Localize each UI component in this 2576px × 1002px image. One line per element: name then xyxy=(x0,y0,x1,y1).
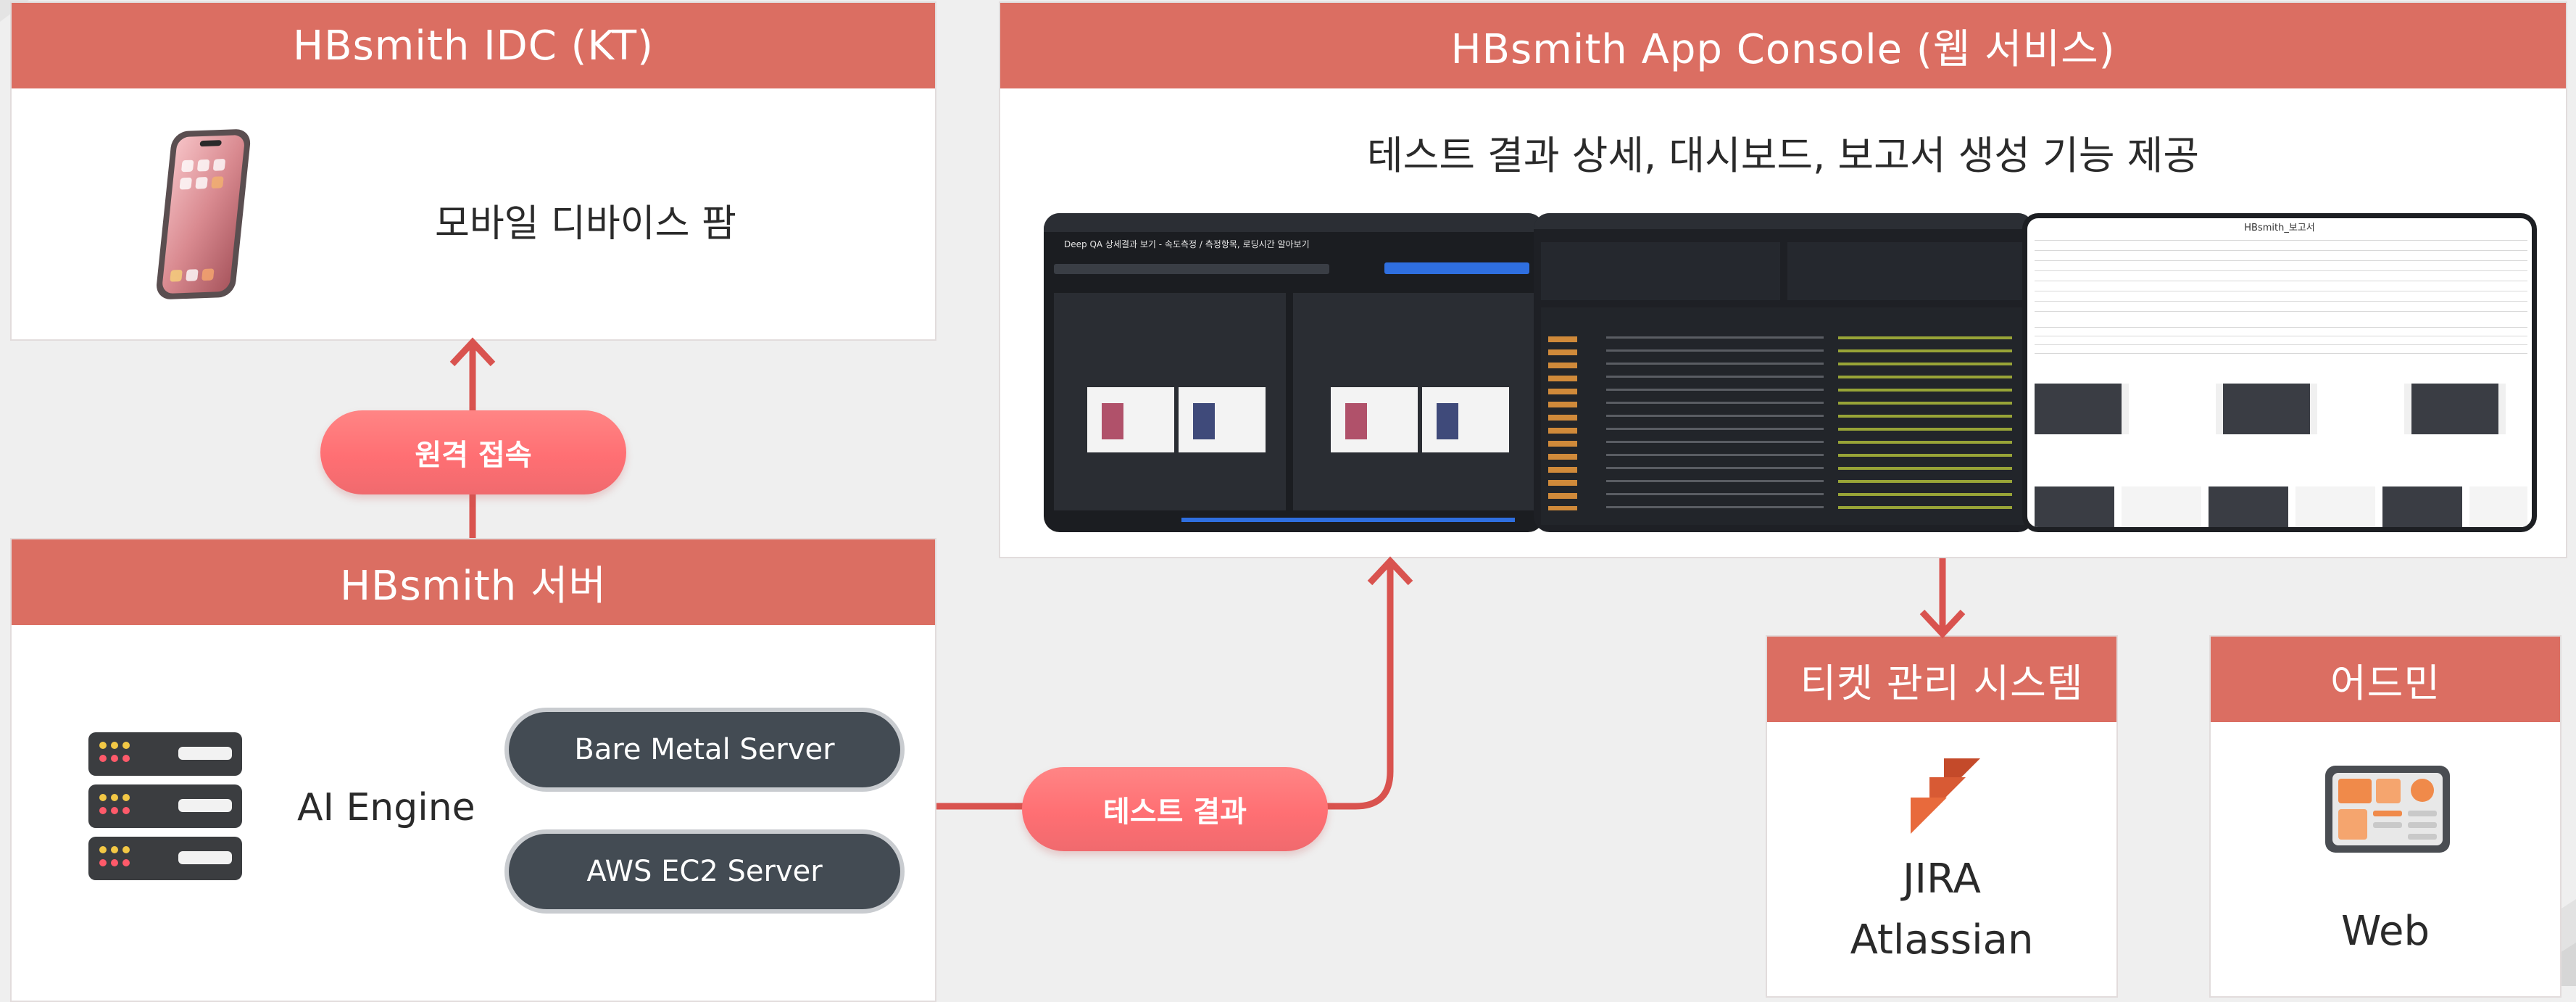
app-console-subtitle: 테스트 결과 상세, 대시보드, 보고서 생성 기능 제공 xyxy=(1366,133,2200,178)
deep-qa-screenshot-title: Deep QA 상세결과 보기 - 속도측정 / 측정항목, 로딩시간 알아보기 xyxy=(1064,239,1310,249)
ticket-system-title: 티켓 관리 시스템 xyxy=(1767,637,2116,722)
smartphone-icon xyxy=(157,129,251,299)
remote-connection-pill: 원격 접속 xyxy=(320,410,626,494)
report-screenshot: HBsmith_보고서 xyxy=(2022,213,2537,532)
idc-title: HBsmith IDC (KT) xyxy=(12,3,935,88)
deep-qa-detail-screenshot: Deep QA 상세결과 보기 - 속도측정 / 측정항목, 로딩시간 알아보기 xyxy=(1044,213,1544,532)
idc-box: HBsmith IDC (KT) 모바일 디바이스 팜 xyxy=(10,1,936,341)
server-title: HBsmith 서버 xyxy=(12,539,935,625)
jira-icon xyxy=(1911,758,1980,834)
server-box: HBsmith 서버 AI Engine Bare Metal Server A… xyxy=(10,538,936,1002)
dashboard-screenshot xyxy=(1534,213,2034,532)
admin-box: 어드민 Web xyxy=(2209,635,2562,998)
admin-dashboard-icon xyxy=(2325,766,2450,853)
admin-title: 어드민 xyxy=(2211,637,2560,722)
test-result-pill: 테스트 결과 xyxy=(1022,767,1328,851)
ai-engine-label: AI Engine xyxy=(297,786,475,829)
app-console-title: HBsmith App Console (웹 서비스) xyxy=(1000,3,2566,88)
device-farm-label: 모바일 디바이스 팜 xyxy=(435,202,736,246)
bare-metal-server-pill: Bare Metal Server xyxy=(504,708,905,792)
report-screenshot-title: HBsmith_보고서 xyxy=(2244,223,2315,233)
app-console-box: HBsmith App Console (웹 서비스) 테스트 결과 상세, 대… xyxy=(999,1,2567,558)
server-rack-icon xyxy=(88,732,242,880)
aws-ec2-server-pill: AWS EC2 Server xyxy=(504,829,905,914)
atlassian-label: Atlassian xyxy=(1850,916,2034,964)
jira-label: JIRA xyxy=(1903,856,1981,903)
ticket-system-box: 티켓 관리 시스템 JIRA Atlassian xyxy=(1766,635,2118,998)
web-label: Web xyxy=(2340,908,2430,955)
